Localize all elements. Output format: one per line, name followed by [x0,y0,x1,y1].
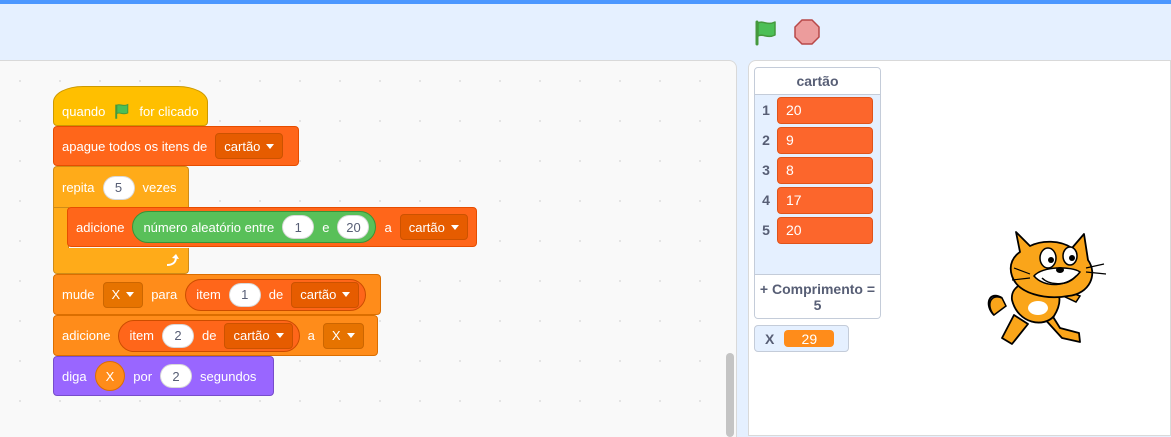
list-index: 5 [762,222,770,238]
block-label: repita [62,180,95,195]
list-item: 5 20 [755,215,880,245]
list-monitor: cartão 1 20 2 9 3 8 4 17 5 20 + Comprime… [754,67,881,319]
to-label: para [151,287,178,302]
list-value[interactable]: 17 [777,186,873,214]
chevron-down-icon [126,292,135,297]
variable-dropdown[interactable]: X [102,281,144,308]
dropdown-value: cartão [233,328,270,343]
block-label: adicione [76,219,125,235]
chevron-down-icon [275,333,284,338]
delete-all-of-list-block[interactable]: apague todos os itens de cartão [53,126,299,166]
cat-sprite[interactable] [984,220,1109,350]
for-label: por [133,368,153,384]
repeat-bottom [53,248,189,274]
item-label: item [196,287,221,302]
item-of-list-reporter[interactable]: item 2 de cartão [118,319,300,352]
variable-value: 29 [784,330,835,347]
dropdown-value: X [331,328,341,343]
list-dropdown[interactable]: cartão [224,322,293,349]
list-length: 5 [813,296,822,313]
block-suffix: segundos [200,368,257,384]
add-random-to-list-block[interactable]: adicione número aleatório entre 1 e 20 a… [67,207,477,247]
when-flag-clicked-block[interactable]: quando for clicado [53,86,208,126]
list-dropdown[interactable]: cartão [215,133,284,159]
and-label: e [322,219,330,235]
say-for-seconds-block[interactable]: diga X por 2 segundos [53,356,274,396]
list-index: 2 [762,132,770,148]
seconds-input[interactable]: 2 [160,364,193,388]
list-index: 1 [762,102,770,118]
of-label: de [268,287,284,302]
item-index-input[interactable]: 1 [228,282,261,307]
random-to-input[interactable]: 20 [337,215,370,239]
list-dropdown[interactable]: cartão [399,214,468,240]
hat-suffix: for clicado [139,103,199,119]
green-flag-icon[interactable] [752,18,780,46]
variable-name: X [765,330,775,347]
list-value[interactable]: 8 [777,156,873,184]
variable-reporter[interactable]: X [94,361,126,391]
to-label: a [307,328,315,343]
list-dropdown[interactable]: cartão [291,281,360,308]
list-item: 3 8 [755,155,880,185]
add-item-to-list-block[interactable]: adicione item 2 de cartão a X [53,315,378,356]
list-footer: + Comprimento = 5 [755,274,880,318]
item-of-list-reporter[interactable]: item 1 de cartão [185,278,367,311]
block-suffix: vezes [142,180,177,195]
list-value[interactable]: 9 [777,126,873,154]
random-label: número aleatório entre [143,219,275,235]
list-value[interactable]: 20 [777,96,873,124]
of-label: de [202,328,217,343]
block-label: adicione [62,328,111,343]
loop-arrow-icon [166,254,179,266]
chevron-down-icon [266,143,275,149]
hat-prefix: quando [62,103,106,119]
variable-monitor: X 29 [754,325,849,352]
vertical-scrollbar[interactable] [726,353,734,437]
target-list-dropdown[interactable]: X [322,322,364,349]
list-title: cartão [755,68,880,95]
item-label: item [129,328,154,343]
chevron-down-icon [342,292,351,297]
stop-icon[interactable] [793,18,821,46]
block-label: apague todos os itens de [62,138,208,154]
dropdown-value: cartão [408,219,445,235]
green-flag-icon [115,103,129,119]
random-from-input[interactable]: 1 [282,215,315,239]
chevron-down-icon [450,224,459,230]
code-workspace[interactable]: quando for clicado apague todos os itens… [0,60,737,437]
item-index-input[interactable]: 2 [162,323,194,348]
random-reporter[interactable]: número aleatório entre 1 e 20 [132,211,377,243]
dropdown-value: cartão [224,138,261,154]
block-label: diga [62,368,87,384]
dropdown-value: cartão [300,287,337,302]
stage-header [0,4,1171,60]
list-item: 2 9 [755,125,880,155]
list-index: 4 [762,192,770,208]
list-item: 4 17 [755,185,880,215]
dropdown-value: X [111,287,121,302]
add-item-button[interactable]: + Comprimento = [760,281,875,297]
list-item: 1 20 [755,95,880,125]
block-label: mude [62,287,95,302]
set-variable-block[interactable]: mude X para item 1 de cartão [53,274,381,315]
repeat-block[interactable]: repita 5 vezes [53,166,189,208]
list-items: 1 20 2 9 3 8 4 17 5 20 [755,95,880,277]
list-index: 3 [762,162,770,178]
repeat-count-input[interactable]: 5 [102,175,135,200]
list-value[interactable]: 20 [777,216,873,244]
to-label: a [384,219,392,235]
chevron-down-icon [346,333,355,338]
